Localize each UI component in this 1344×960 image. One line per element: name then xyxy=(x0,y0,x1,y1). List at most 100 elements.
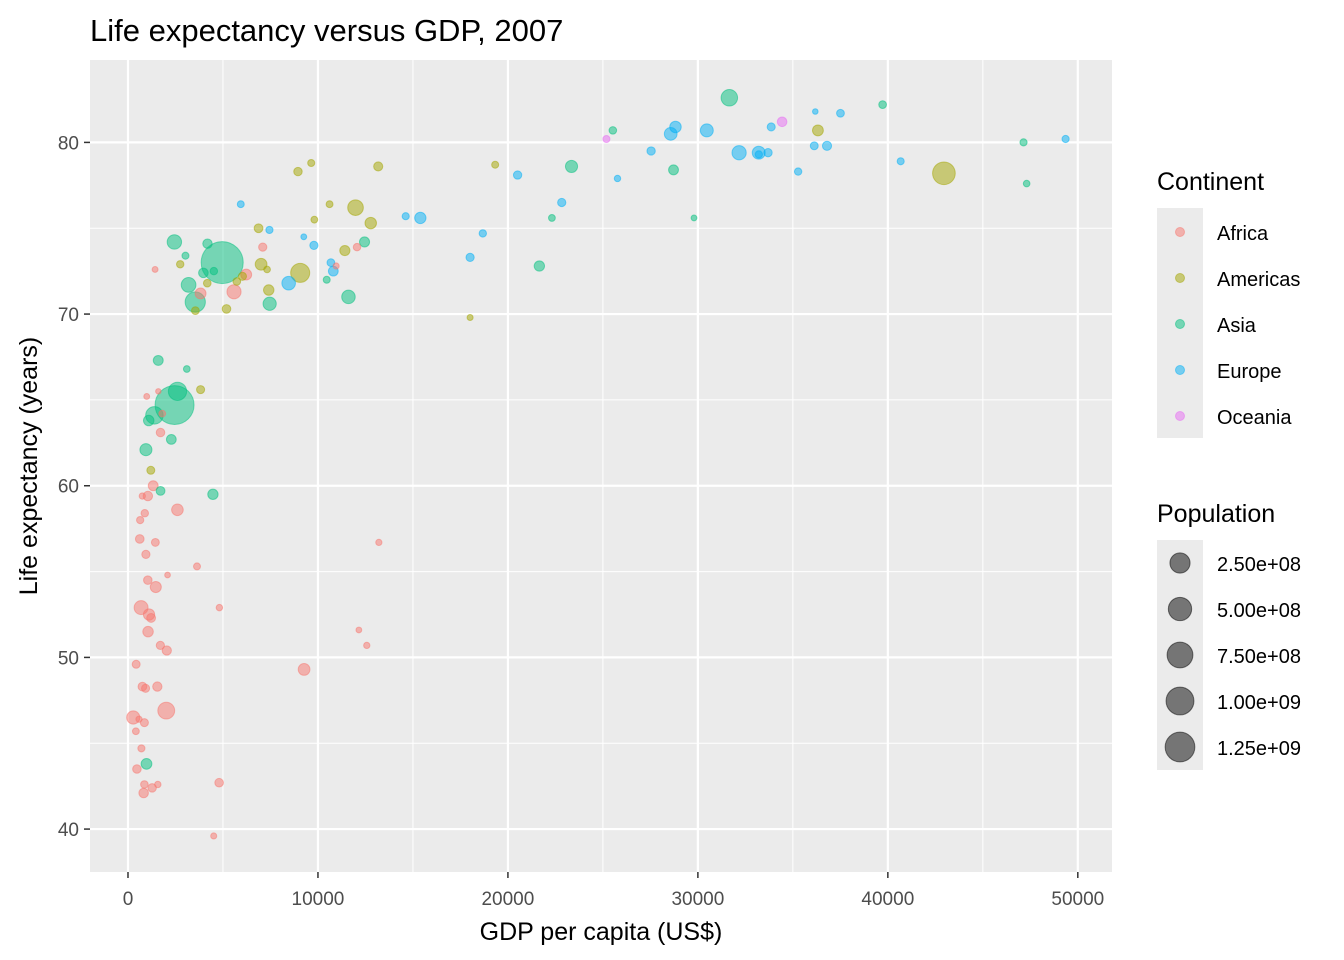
data-point-asia xyxy=(198,267,209,279)
data-point-asia xyxy=(166,234,183,250)
x-tick-label: 30000 xyxy=(671,889,724,910)
data-point-americas xyxy=(232,277,242,286)
data-point-asia xyxy=(1019,138,1028,147)
data-point-africa xyxy=(152,681,163,692)
data-point-africa xyxy=(149,580,162,594)
data-point-africa xyxy=(146,612,157,623)
x-tick-label: 40000 xyxy=(861,889,914,910)
data-point-asia xyxy=(181,251,190,260)
data-point-asia xyxy=(140,757,153,770)
data-point-europe xyxy=(812,108,819,115)
x-tick-label: 50000 xyxy=(1051,889,1104,910)
data-point-africa xyxy=(155,388,162,395)
data-point-americas xyxy=(221,304,232,314)
data-point-europe xyxy=(613,174,622,183)
data-point-asia xyxy=(564,159,579,174)
data-point-americas xyxy=(373,161,384,172)
data-point-africa xyxy=(258,242,268,252)
data-point-asia xyxy=(690,214,698,222)
legend-size-key xyxy=(1167,596,1193,622)
data-point-asia xyxy=(341,289,356,305)
data-point-americas xyxy=(146,465,156,475)
legend-population: Population 2.50e+08 5.00e+08 7.50e+08 1.00e… xyxy=(1157,500,1301,770)
data-point-asia xyxy=(152,354,164,366)
data-point-americas xyxy=(325,200,334,209)
data-point-africa xyxy=(363,641,371,650)
legend-size-key xyxy=(1169,552,1191,574)
data-point-africa xyxy=(226,284,242,300)
x-tick-label: 20000 xyxy=(481,889,534,910)
data-point-africa xyxy=(352,242,362,252)
data-point-europe xyxy=(896,157,905,166)
data-point-africa xyxy=(194,287,207,300)
data-point-europe xyxy=(478,229,487,238)
data-point-americas xyxy=(263,265,271,274)
data-point-asia xyxy=(155,485,166,496)
data-point-africa xyxy=(214,777,224,788)
legend-key-oceania xyxy=(1175,411,1185,421)
plot-panel xyxy=(90,60,1112,872)
data-point-africa xyxy=(138,492,146,500)
data-point-europe xyxy=(793,167,803,176)
y-tick-label: 50 xyxy=(58,648,79,669)
data-point-europe xyxy=(699,123,714,138)
data-point-africa xyxy=(134,534,145,544)
data-point-europe xyxy=(1061,134,1070,144)
data-point-africa xyxy=(355,626,363,634)
data-point-europe xyxy=(809,141,819,151)
data-point-africa xyxy=(141,683,151,693)
legend-size-key xyxy=(1166,641,1194,669)
legend-size-label: 1.00e+09 xyxy=(1217,692,1301,714)
data-point-oceania xyxy=(776,116,788,128)
data-point-africa xyxy=(131,727,140,736)
data-point-americas xyxy=(263,284,275,296)
data-point-americas xyxy=(196,385,206,395)
data-point-europe xyxy=(836,108,845,118)
data-point-americas xyxy=(307,158,316,168)
legend-size-label: 2.50e+08 xyxy=(1217,554,1301,576)
data-point-europe xyxy=(512,170,523,180)
legend-key-europe xyxy=(1175,365,1185,375)
data-point-africa xyxy=(142,625,154,638)
data-point-africa xyxy=(297,663,311,676)
legend-key-americas xyxy=(1175,273,1185,283)
data-point-asia xyxy=(608,126,618,135)
data-point-asia xyxy=(207,488,219,500)
data-point-africa xyxy=(143,393,151,400)
data-point-asia xyxy=(209,266,219,276)
legend-key-asia xyxy=(1175,319,1185,329)
x-axis-ticks: 0 10000 20000 30000 40000 50000 xyxy=(123,872,1104,910)
chart-title: Life expectancy versus GDP, 2007 xyxy=(90,13,563,48)
data-point-europe xyxy=(265,225,274,235)
legend-size-key xyxy=(1164,731,1196,763)
data-point-africa xyxy=(157,701,176,720)
data-point-africa xyxy=(132,764,142,774)
data-point-africa xyxy=(158,409,167,418)
data-point-asia xyxy=(1022,179,1031,188)
data-point-europe xyxy=(401,212,410,221)
data-point-asia xyxy=(139,443,153,457)
data-point-europe xyxy=(821,140,833,151)
data-point-asia xyxy=(548,214,556,222)
data-point-asia xyxy=(262,296,277,311)
data-point-europe xyxy=(763,148,773,158)
data-point-africa xyxy=(140,508,149,518)
data-point-asia xyxy=(878,100,887,109)
data-point-europe xyxy=(414,211,427,225)
data-point-europe xyxy=(646,146,656,156)
data-point-americas xyxy=(347,199,364,216)
data-point-americas xyxy=(253,223,264,234)
data-point-asia xyxy=(182,365,191,373)
data-point-africa xyxy=(332,262,340,270)
y-tick-label: 80 xyxy=(58,133,79,154)
y-tick-label: 40 xyxy=(58,820,79,841)
data-point-americas xyxy=(491,160,500,169)
y-axis-ticks: 40 50 60 70 80 xyxy=(58,133,90,841)
data-point-europe xyxy=(766,122,776,132)
data-point-asia xyxy=(322,275,331,284)
legend-size-key xyxy=(1165,686,1195,716)
data-point-africa xyxy=(155,427,166,438)
x-tick-label: 0 xyxy=(123,889,134,910)
data-point-americas xyxy=(466,313,474,322)
legend-size-label: 1.25e+09 xyxy=(1217,738,1301,760)
